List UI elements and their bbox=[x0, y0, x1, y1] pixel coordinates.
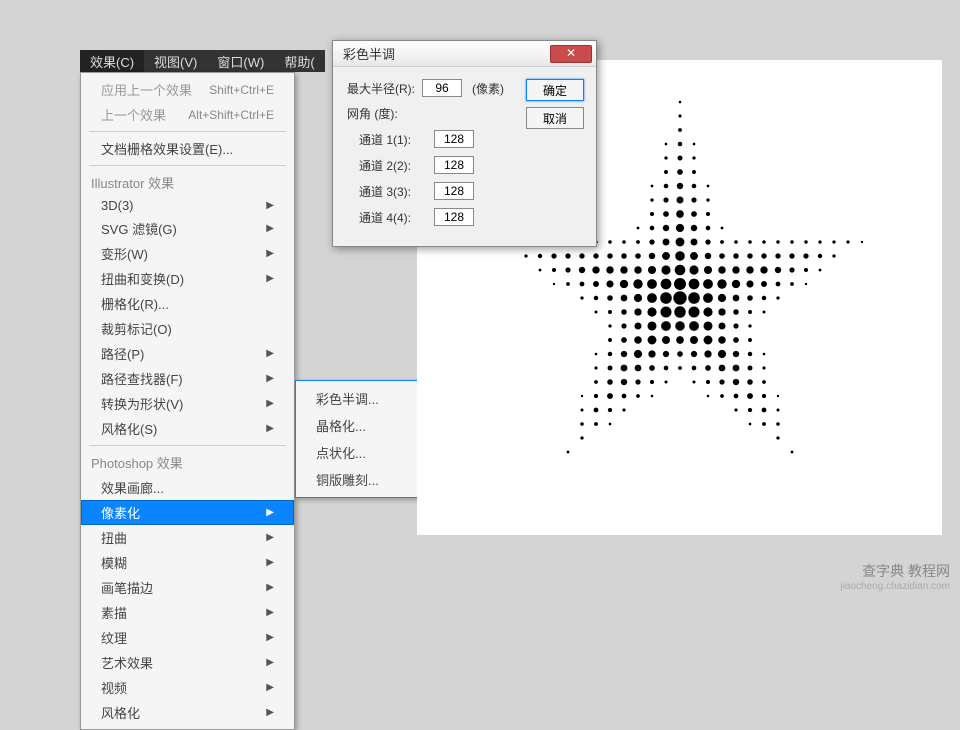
menu-rasterize[interactable]: 栅格化(R)... bbox=[81, 291, 294, 316]
chevron-right-icon: ▶ bbox=[266, 582, 274, 593]
menu-texture[interactable]: 纹理 ▶ bbox=[81, 625, 294, 650]
menu-label: 像素化 bbox=[101, 503, 140, 522]
chevron-right-icon: ▶ bbox=[266, 248, 274, 259]
close-button[interactable]: ✕ bbox=[550, 45, 592, 63]
menu-distort-transform[interactable]: 扭曲和变换(D) ▶ bbox=[81, 266, 294, 291]
ok-button[interactable]: 确定 bbox=[526, 79, 584, 101]
menu-label: 上一个效果 bbox=[101, 105, 166, 124]
color-halftone-dialog: 彩色半调 ✕ 最大半径(R): (像素) 网角 (度): 通道 1(1): 通道… bbox=[332, 40, 597, 247]
chevron-right-icon: ▶ bbox=[266, 607, 274, 618]
illustrator-header: Illustrator 效果 bbox=[81, 170, 294, 195]
photoshop-header: Photoshop 效果 bbox=[81, 450, 294, 475]
cancel-button[interactable]: 取消 bbox=[526, 107, 584, 129]
menu-label: 模糊 bbox=[101, 553, 127, 572]
channel4-label: 通道 4(4): bbox=[359, 209, 434, 226]
menu-label: 扭曲 bbox=[101, 528, 127, 547]
menu-label: 变形(W) bbox=[101, 244, 148, 263]
chevron-right-icon: ▶ bbox=[266, 532, 274, 543]
menu-crop-marks[interactable]: 裁剪标记(O) bbox=[81, 316, 294, 341]
chevron-right-icon: ▶ bbox=[266, 398, 274, 409]
screen-angle-label: 网角 (度): bbox=[347, 105, 422, 122]
channel2-input[interactable] bbox=[434, 156, 474, 174]
chevron-right-icon: ▶ bbox=[266, 373, 274, 384]
menu-3d[interactable]: 3D(3) ▶ bbox=[81, 195, 294, 216]
dialog-buttons: 确定 取消 bbox=[526, 79, 584, 129]
menu-effects[interactable]: 效果(C) bbox=[80, 50, 144, 72]
menu-blur[interactable]: 模糊 ▶ bbox=[81, 550, 294, 575]
chevron-right-icon: ▶ bbox=[266, 707, 274, 718]
menu-effect-gallery[interactable]: 效果画廊... bbox=[81, 475, 294, 500]
channel4-input[interactable] bbox=[434, 208, 474, 226]
menu-label: 3D(3) bbox=[101, 198, 134, 213]
menu-video[interactable]: 视频 ▶ bbox=[81, 675, 294, 700]
menu-help[interactable]: 帮助( bbox=[274, 50, 324, 72]
menu-label: 视频 bbox=[101, 678, 127, 697]
menu-label: 风格化(S) bbox=[101, 419, 157, 438]
channel3-label: 通道 3(3): bbox=[359, 183, 434, 200]
menu-label: 艺术效果 bbox=[101, 653, 153, 672]
channel1-label: 通道 1(1): bbox=[359, 131, 434, 148]
unit-label: (像素) bbox=[472, 80, 504, 97]
chevron-right-icon: ▶ bbox=[266, 507, 274, 518]
watermark: 查字典 教程网 jiaocheng.chazidian.com bbox=[840, 561, 950, 592]
menu-last-effect: 上一个效果 Alt+Shift+Ctrl+E bbox=[81, 102, 294, 127]
menu-artistic[interactable]: 艺术效果 ▶ bbox=[81, 650, 294, 675]
max-radius-input[interactable] bbox=[422, 79, 462, 97]
menu-label: 扭曲和变换(D) bbox=[101, 269, 184, 288]
effects-dropdown: 应用上一个效果 Shift+Ctrl+E 上一个效果 Alt+Shift+Ctr… bbox=[80, 72, 295, 730]
menu-pixelate[interactable]: 像素化 ▶ bbox=[81, 500, 294, 525]
chevron-right-icon: ▶ bbox=[266, 348, 274, 359]
menu-path[interactable]: 路径(P) ▶ bbox=[81, 341, 294, 366]
menu-warp[interactable]: 变形(W) ▶ bbox=[81, 241, 294, 266]
menu-label: SVG 滤镜(G) bbox=[101, 219, 177, 238]
channel1-input[interactable] bbox=[434, 130, 474, 148]
channel3-row: 通道 3(3): bbox=[359, 182, 582, 200]
channel3-input[interactable] bbox=[434, 182, 474, 200]
menu-brush-strokes[interactable]: 画笔描边 ▶ bbox=[81, 575, 294, 600]
menu-ps-stylize[interactable]: 风格化 ▶ bbox=[81, 700, 294, 725]
separator bbox=[89, 445, 286, 446]
watermark-sub: jiaocheng.chazidian.com bbox=[840, 581, 950, 592]
dialog-titlebar[interactable]: 彩色半调 ✕ bbox=[333, 41, 596, 67]
chevron-right-icon: ▶ bbox=[266, 200, 274, 211]
menu-label: 画笔描边 bbox=[101, 578, 153, 597]
dialog-title: 彩色半调 bbox=[343, 44, 395, 63]
menu-window[interactable]: 窗口(W) bbox=[207, 50, 274, 72]
menu-svg-filter[interactable]: SVG 滤镜(G) ▶ bbox=[81, 216, 294, 241]
menu-label: 转换为形状(V) bbox=[101, 394, 183, 413]
chevron-right-icon: ▶ bbox=[266, 273, 274, 284]
menu-label: 应用上一个效果 bbox=[101, 80, 192, 99]
menu-convert-shape[interactable]: 转换为形状(V) ▶ bbox=[81, 391, 294, 416]
menu-label: 素描 bbox=[101, 603, 127, 622]
chevron-right-icon: ▶ bbox=[266, 223, 274, 234]
chevron-right-icon: ▶ bbox=[266, 682, 274, 693]
channel2-row: 通道 2(2): bbox=[359, 156, 582, 174]
menu-ps-distort[interactable]: 扭曲 ▶ bbox=[81, 525, 294, 550]
menu-label: 路径查找器(F) bbox=[101, 369, 183, 388]
max-radius-label: 最大半径(R): bbox=[347, 80, 422, 97]
chevron-right-icon: ▶ bbox=[266, 632, 274, 643]
channel4-row: 通道 4(4): bbox=[359, 208, 582, 226]
menubar: 效果(C) 视图(V) 窗口(W) 帮助( bbox=[80, 50, 325, 72]
chevron-right-icon: ▶ bbox=[266, 557, 274, 568]
menu-pathfinder[interactable]: 路径查找器(F) ▶ bbox=[81, 366, 294, 391]
shortcut: Alt+Shift+Ctrl+E bbox=[188, 108, 274, 122]
chevron-right-icon: ▶ bbox=[266, 657, 274, 668]
shortcut: Shift+Ctrl+E bbox=[209, 83, 274, 97]
menu-label: 风格化 bbox=[101, 703, 140, 722]
separator bbox=[89, 131, 286, 132]
menu-sketch[interactable]: 素描 ▶ bbox=[81, 600, 294, 625]
separator bbox=[89, 165, 286, 166]
dialog-body: 最大半径(R): (像素) 网角 (度): 通道 1(1): 通道 2(2): … bbox=[333, 67, 596, 246]
menu-label: 路径(P) bbox=[101, 344, 144, 363]
chevron-right-icon: ▶ bbox=[266, 423, 274, 434]
menu-label: 纹理 bbox=[101, 628, 127, 647]
menu-il-stylize[interactable]: 风格化(S) ▶ bbox=[81, 416, 294, 441]
channel1-row: 通道 1(1): bbox=[359, 130, 582, 148]
watermark-main: 查字典 教程网 bbox=[862, 563, 950, 579]
menu-doc-raster[interactable]: 文档栅格效果设置(E)... bbox=[81, 136, 294, 161]
menu-apply-last: 应用上一个效果 Shift+Ctrl+E bbox=[81, 77, 294, 102]
menu-view[interactable]: 视图(V) bbox=[144, 50, 207, 72]
channel2-label: 通道 2(2): bbox=[359, 157, 434, 174]
